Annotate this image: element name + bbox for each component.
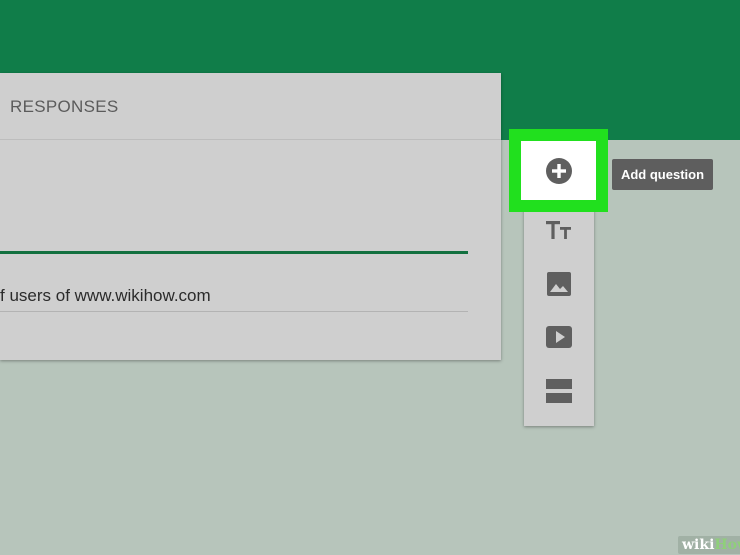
- add-question-tooltip: Add question: [612, 159, 713, 190]
- add-image-button[interactable]: [524, 264, 594, 304]
- title-text-icon: [546, 221, 571, 239]
- video-play-icon: [546, 326, 572, 348]
- add-section-button[interactable]: [524, 371, 594, 411]
- add-video-button[interactable]: [524, 317, 594, 357]
- form-title-underline: [0, 251, 468, 254]
- watermark-how: How: [714, 537, 740, 553]
- tab-responses[interactable]: RESPONSES: [10, 97, 119, 117]
- form-card: RESPONSES f users of www.wikihow.com: [0, 73, 501, 360]
- section-icon: [546, 379, 572, 403]
- image-icon: [547, 272, 571, 296]
- tab-bar: RESPONSES: [0, 73, 501, 140]
- form-description-field[interactable]: f users of www.wikihow.com: [0, 286, 211, 306]
- add-title-button[interactable]: [524, 210, 594, 250]
- wikihow-watermark: wikiHow: [678, 536, 740, 554]
- add-question-button[interactable]: [521, 141, 596, 200]
- form-description-underline: [0, 311, 468, 312]
- watermark-wiki: wiki: [682, 537, 715, 553]
- add-circle-icon: [545, 157, 572, 184]
